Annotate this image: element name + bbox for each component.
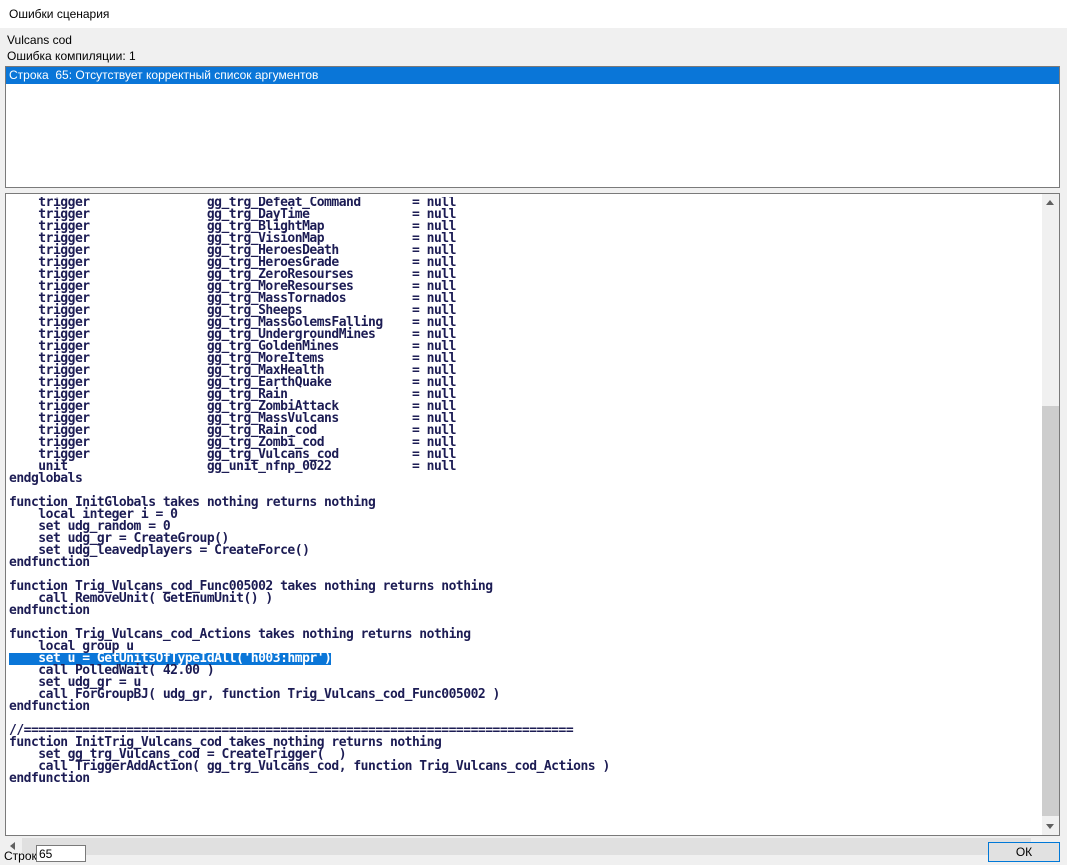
error-list[interactable]: Строка 65: Отсутствует корректный список… [5, 66, 1060, 188]
error-count-label: Ошибка компиляции: 1 [7, 49, 136, 63]
script-name-label: Vulcans cod [7, 33, 72, 47]
error-list-item[interactable]: Строка 65: Отсутствует корректный список… [6, 67, 1059, 84]
code-line: set udg_leavedplayers = CreateForce() [9, 543, 310, 558]
code-line: endfunction [9, 603, 90, 618]
code-line: call RemoveUnit( GetEnumUnit() ) [9, 591, 273, 606]
arrow-up-icon [1046, 200, 1054, 205]
scroll-up-button[interactable] [1042, 194, 1059, 211]
scroll-down-button[interactable] [1042, 818, 1059, 835]
script-errors-dialog: Ошибки сценария Vulcans cod Ошибка компи… [0, 0, 1067, 865]
titlebar: Ошибки сценария [0, 0, 1067, 28]
window-title: Ошибки сценария [9, 7, 110, 21]
code-line: call PolledWait( 42.00 ) [9, 663, 215, 678]
code-line: endfunction [9, 699, 90, 714]
code-panel: trigger gg_trg_Defeat_Command = null tri… [5, 193, 1060, 836]
arrow-down-icon [1046, 824, 1054, 829]
horizontal-scrollbar[interactable] [5, 838, 1048, 855]
line-number-input[interactable] [36, 845, 86, 862]
code-line: function Trig_Vulcans_cod_Actions takes … [9, 627, 471, 642]
vertical-scrollbar[interactable] [1042, 194, 1059, 835]
ok-button[interactable]: ОК [988, 842, 1060, 862]
horizontal-scrollbar-thumb[interactable] [22, 838, 1031, 855]
code-view[interactable]: trigger gg_trg_Defeat_Command = null tri… [9, 197, 1039, 833]
vertical-scrollbar-thumb[interactable] [1042, 406, 1059, 816]
code-line: call TriggerAddAction( gg_trg_Vulcans_co… [9, 759, 610, 774]
code-line: unit gg_unit_nfnp_0022 = null [9, 459, 456, 474]
code-line: call ForGroupBJ( udg_gr, function Trig_V… [9, 687, 500, 702]
code-line: endglobals [9, 471, 83, 486]
line-number-label: Строк [4, 849, 37, 863]
code-line: endfunction [9, 771, 90, 786]
code-line: endfunction [9, 555, 90, 570]
